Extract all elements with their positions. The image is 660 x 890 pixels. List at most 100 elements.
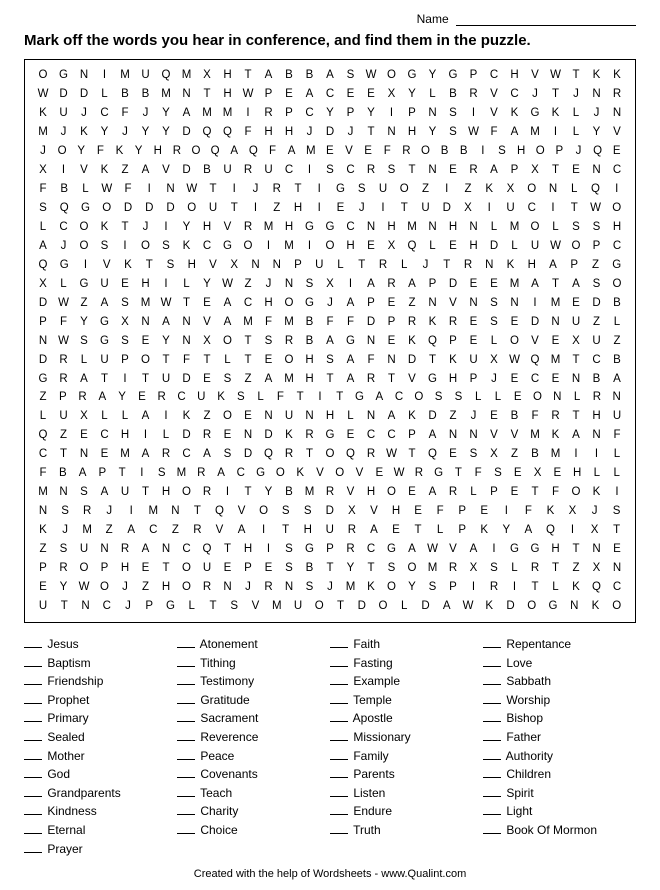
- grid-cell: O: [35, 66, 51, 85]
- grid-cell: R: [466, 85, 482, 104]
- word-checkbox-line[interactable]: [177, 814, 195, 815]
- grid-cell: A: [94, 388, 110, 407]
- grid-cell: T: [363, 559, 379, 578]
- grid-cell: W: [588, 199, 604, 218]
- grid-cell: T: [141, 256, 157, 275]
- grid-cell: D: [589, 294, 605, 313]
- name-input-line[interactable]: [456, 25, 636, 26]
- grid-cell: S: [233, 388, 249, 407]
- grid-cell: D: [486, 237, 502, 256]
- grid-cell: L: [158, 426, 174, 445]
- grid-cell: B: [302, 66, 318, 85]
- grid-cell: B: [456, 142, 472, 161]
- word-checkbox-line[interactable]: [24, 852, 42, 853]
- word-checkbox-line[interactable]: [483, 814, 501, 815]
- word-checkbox-line[interactable]: [24, 740, 42, 741]
- grid-cell: I: [97, 66, 113, 85]
- grid-cell: O: [530, 388, 546, 407]
- word-checkbox-line[interactable]: [330, 647, 348, 648]
- word-checkbox-line[interactable]: [24, 666, 42, 667]
- grid-cell: Y: [179, 218, 195, 237]
- grid-cell: N: [163, 180, 179, 199]
- word-checkbox-line[interactable]: [330, 777, 348, 778]
- grid-cell: T: [240, 66, 256, 85]
- grid-cell: U: [56, 407, 72, 426]
- grid-cell: N: [481, 256, 497, 275]
- grid-cell: C: [343, 218, 359, 237]
- word-checkbox-line[interactable]: [177, 721, 195, 722]
- grid-cell: N: [179, 85, 195, 104]
- word-checkbox-line[interactable]: [483, 647, 501, 648]
- grid-cell: T: [322, 370, 338, 389]
- word-checkbox-line[interactable]: [483, 666, 501, 667]
- word-checkbox-line[interactable]: [177, 796, 195, 797]
- grid-cell: Q: [35, 426, 51, 445]
- word-checkbox-line[interactable]: [330, 703, 348, 704]
- word-checkbox-line[interactable]: [24, 703, 42, 704]
- grid-cell: G: [404, 66, 420, 85]
- word-checkbox-line[interactable]: [483, 833, 501, 834]
- word-checkbox-line[interactable]: [483, 777, 501, 778]
- grid-cell: A: [123, 521, 139, 540]
- grid-cell: H: [281, 218, 297, 237]
- word-checkbox-line[interactable]: [24, 814, 42, 815]
- word-checkbox-line[interactable]: [177, 703, 195, 704]
- word-checkbox-line[interactable]: [177, 666, 195, 667]
- word-checkbox-line[interactable]: [177, 833, 195, 834]
- word-checkbox-line[interactable]: [483, 703, 501, 704]
- word-checkbox-line[interactable]: [177, 684, 195, 685]
- word-checkbox-line[interactable]: [24, 759, 42, 760]
- word-checkbox-line[interactable]: [330, 796, 348, 797]
- grid-cell: O: [99, 199, 115, 218]
- grid-cell: C: [486, 66, 502, 85]
- word-checkbox-line[interactable]: [330, 833, 348, 834]
- grid-cell: I: [475, 142, 491, 161]
- grid-cell: C: [97, 426, 113, 445]
- word-label: Bishop: [503, 711, 543, 725]
- grid-cell: D: [322, 502, 338, 521]
- word-checkbox-line[interactable]: [330, 814, 348, 815]
- grid-cell: M: [425, 559, 441, 578]
- grid-cell: R: [199, 578, 215, 597]
- word-checkbox-line[interactable]: [330, 721, 348, 722]
- grid-cell: O: [179, 483, 195, 502]
- word-checkbox-line[interactable]: [177, 777, 195, 778]
- word-checkbox-line[interactable]: [24, 684, 42, 685]
- grid-cell: S: [57, 502, 73, 521]
- word-checkbox-line[interactable]: [24, 833, 42, 834]
- word-checkbox-line[interactable]: [177, 647, 195, 648]
- grid-cell: S: [278, 502, 294, 521]
- grid-cell: O: [609, 597, 625, 616]
- word-checkbox-line[interactable]: [24, 647, 42, 648]
- word-checkbox-line[interactable]: [483, 721, 501, 722]
- word-checkbox-line[interactable]: [177, 740, 195, 741]
- word-checkbox-line[interactable]: [483, 759, 501, 760]
- word-checkbox-line[interactable]: [483, 796, 501, 797]
- word-checkbox-line[interactable]: [330, 684, 348, 685]
- grid-row: SQGODDDOUTIZHIEJITUDXIUCITWO: [29, 199, 631, 218]
- grid-cell: P: [551, 142, 567, 161]
- grid-cell: G: [97, 313, 113, 332]
- grid-cell: L: [507, 237, 523, 256]
- grid-cell: S: [117, 294, 133, 313]
- word-checkbox-line[interactable]: [330, 740, 348, 741]
- grid-cell: T: [179, 294, 195, 313]
- word-checkbox-line[interactable]: [483, 684, 501, 685]
- word-checkbox-line[interactable]: [24, 777, 42, 778]
- word-checkbox-line[interactable]: [24, 796, 42, 797]
- grid-cell: P: [290, 256, 306, 275]
- grid-cell: H: [220, 66, 236, 85]
- word-checkbox-line[interactable]: [483, 740, 501, 741]
- grid-cell: E: [476, 502, 492, 521]
- word-checkbox-line[interactable]: [330, 666, 348, 667]
- word-checkbox-line[interactable]: [330, 759, 348, 760]
- word-label: Listen: [350, 786, 385, 800]
- word-checkbox-line[interactable]: [177, 759, 195, 760]
- grid-cell: A: [545, 256, 561, 275]
- grid-row: KJMZACZRVAITHURAETLPKYAQIXT: [29, 521, 631, 540]
- grid-cell: M: [145, 502, 161, 521]
- grid-cell: N: [548, 313, 564, 332]
- grid-cell: U: [311, 256, 327, 275]
- word-checkbox-line[interactable]: [24, 721, 42, 722]
- grid-cell: O: [375, 597, 391, 616]
